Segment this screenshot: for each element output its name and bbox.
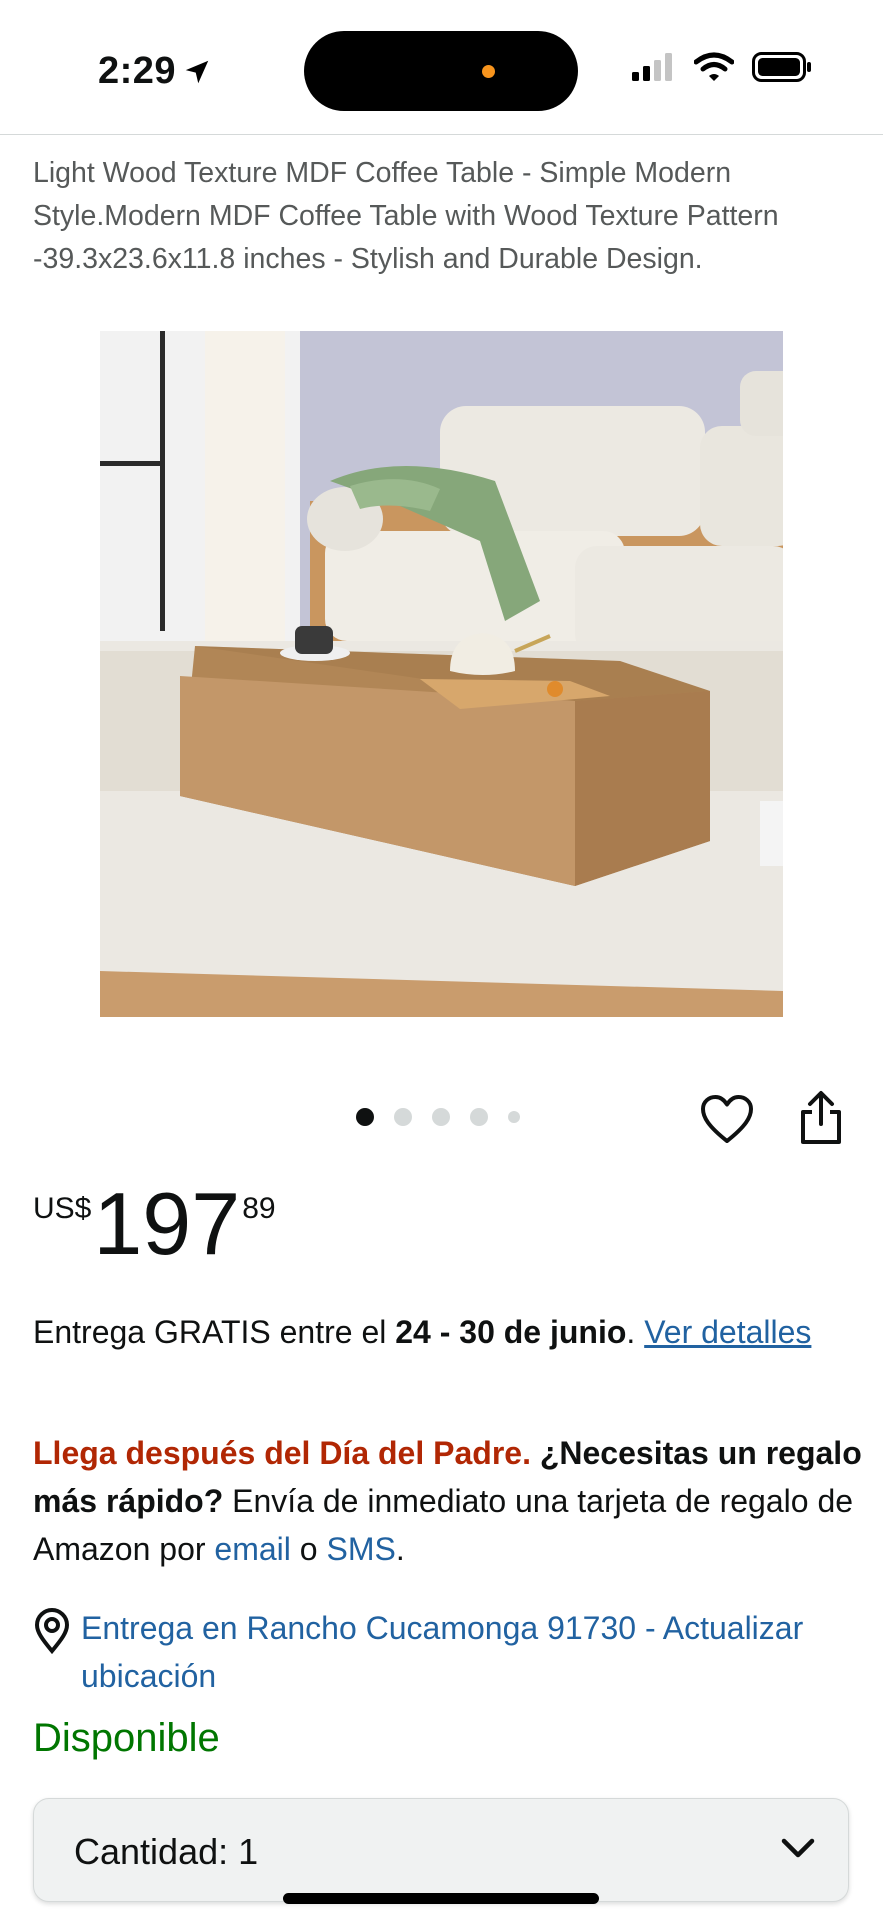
availability-status: Disponible bbox=[33, 1716, 220, 1760]
email-link[interactable]: email bbox=[214, 1531, 290, 1567]
product-photo bbox=[100, 331, 783, 1017]
image-pagination[interactable] bbox=[356, 1108, 520, 1126]
fathers-day-text-or: o bbox=[290, 1531, 327, 1567]
fathers-day-period: . bbox=[395, 1531, 405, 1567]
price-fraction: 89 bbox=[242, 1192, 276, 1225]
wifi-icon bbox=[694, 52, 734, 81]
fathers-day-notice: Llega después del Día del Padre. ¿Necesi… bbox=[33, 1429, 863, 1573]
delivery-info: Entrega GRATIS entre el 24 - 30 de junio… bbox=[33, 1308, 853, 1356]
price-whole: 197 bbox=[93, 1174, 241, 1273]
wishlist-button[interactable] bbox=[700, 1095, 754, 1150]
quantity-label: Cantidad: 1 bbox=[74, 1831, 258, 1873]
quantity-label-text: Cantidad: bbox=[74, 1831, 229, 1872]
pagination-dot-active[interactable] bbox=[356, 1108, 374, 1126]
fathers-day-warning: Llega después del Día del Padre. bbox=[33, 1435, 531, 1471]
pagination-dot[interactable] bbox=[470, 1108, 488, 1126]
status-time: 2:29 bbox=[98, 50, 212, 93]
pagination-dot[interactable] bbox=[432, 1108, 450, 1126]
status-bar: 2:29 bbox=[0, 0, 883, 135]
heart-icon bbox=[701, 1095, 753, 1143]
status-time-text: 2:29 bbox=[98, 50, 177, 92]
status-icons bbox=[632, 52, 812, 82]
home-indicator[interactable] bbox=[283, 1893, 599, 1904]
delivery-prefix: Entrega GRATIS entre el bbox=[33, 1314, 396, 1350]
share-icon bbox=[801, 1091, 841, 1144]
pagination-dot[interactable] bbox=[508, 1111, 520, 1123]
delivery-location[interactable]: Entrega en Rancho Cucamonga 91730 - Actu… bbox=[33, 1604, 841, 1700]
delivery-dates: 24 - 30 de junio bbox=[395, 1314, 627, 1350]
product-title[interactable]: Light Wood Texture MDF Coffee Table - Si… bbox=[33, 152, 853, 281]
delivery-suffix: . bbox=[626, 1314, 645, 1350]
pagination-dot[interactable] bbox=[394, 1108, 412, 1126]
delivery-details-link[interactable]: Ver detalles bbox=[644, 1314, 811, 1350]
price-currency: US$ bbox=[33, 1192, 92, 1225]
recording-indicator bbox=[482, 65, 495, 78]
chevron-down-icon bbox=[781, 1838, 815, 1858]
price: US$ 197 89 bbox=[33, 1180, 276, 1268]
location-pin-icon bbox=[34, 1608, 70, 1654]
quantity-value: 1 bbox=[238, 1831, 259, 1872]
location-link[interactable]: Entrega en Rancho Cucamonga 91730 - Actu… bbox=[81, 1604, 841, 1700]
location-arrow-icon bbox=[185, 60, 209, 83]
sms-link[interactable]: SMS bbox=[326, 1531, 395, 1567]
battery-icon bbox=[752, 52, 811, 82]
quantity-dropdown[interactable]: Cantidad: 1 bbox=[33, 1798, 849, 1902]
dynamic-island bbox=[304, 31, 578, 111]
product-image[interactable] bbox=[100, 331, 783, 1017]
share-button[interactable] bbox=[797, 1090, 845, 1151]
signal-icon bbox=[632, 53, 672, 81]
